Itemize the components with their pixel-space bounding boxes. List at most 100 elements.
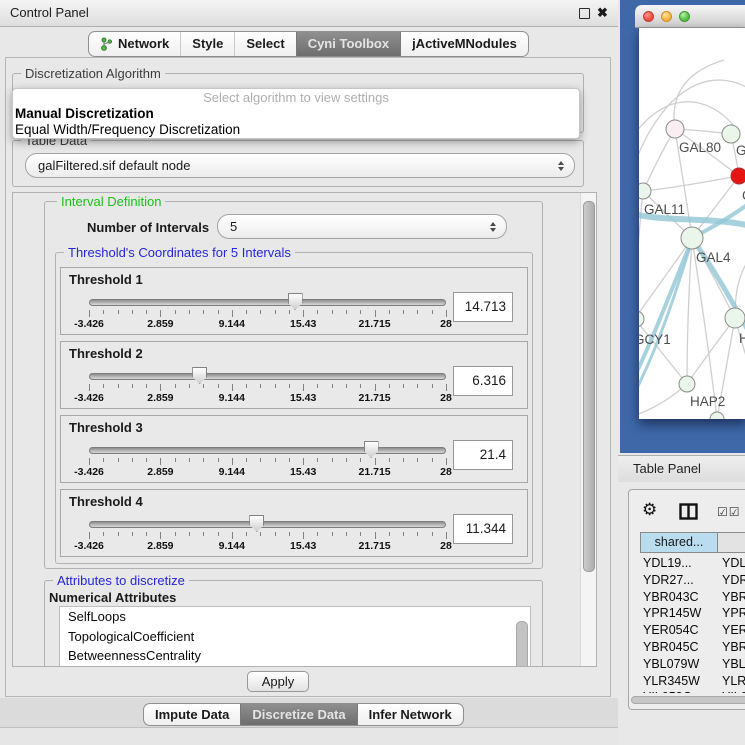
slider-track[interactable] bbox=[89, 447, 446, 454]
tab-style[interactable]: Style bbox=[180, 32, 234, 56]
cell-shared-name[interactable]: YBL079W bbox=[640, 656, 718, 673]
threshold-value-field[interactable]: 21.4 bbox=[453, 440, 513, 470]
network-node[interactable] bbox=[639, 183, 651, 199]
cell-shared-name[interactable]: YBR043C bbox=[640, 589, 718, 606]
column-header-name[interactable]: na bbox=[718, 532, 745, 553]
slider-thumb[interactable] bbox=[249, 515, 264, 532]
network-node[interactable] bbox=[722, 125, 740, 143]
close-traffic-light[interactable] bbox=[643, 11, 654, 22]
zoom-traffic-light[interactable] bbox=[679, 11, 690, 22]
tick-label: 9.144 bbox=[219, 318, 245, 330]
list-item[interactable]: BetweennessCentrality bbox=[60, 646, 530, 666]
table-panel-titlebar: Table Panel bbox=[618, 455, 745, 482]
close-icon[interactable]: ✖ bbox=[597, 5, 608, 21]
tick-mark bbox=[446, 458, 447, 465]
cell-name[interactable]: YBR0 bbox=[718, 639, 745, 656]
tick-mark bbox=[146, 384, 147, 388]
tick-mark bbox=[403, 458, 404, 462]
network-node[interactable] bbox=[731, 168, 745, 184]
table-row[interactable]: YDR27...YDR2 bbox=[640, 572, 745, 589]
slider-thumb[interactable] bbox=[288, 293, 303, 310]
slider-tick-labels: -3.4262.8599.14415.4321.71528 bbox=[89, 318, 446, 331]
tab-network[interactable]: Network bbox=[89, 32, 180, 56]
num-intervals-combobox[interactable]: 5 bbox=[217, 214, 507, 239]
table-row[interactable]: YER054CYER0 bbox=[640, 622, 745, 639]
tab-discretize-data[interactable]: Discretize Data bbox=[240, 704, 356, 725]
attributes-list[interactable]: SelfLoopsTopologicalCoefficientBetweenne… bbox=[59, 606, 531, 667]
apply-button[interactable]: Apply bbox=[247, 671, 309, 692]
list-item[interactable]: TopologicalCoefficient bbox=[60, 627, 530, 647]
cell-shared-name[interactable]: YDL19... bbox=[640, 555, 718, 572]
tab-label: Style bbox=[192, 32, 223, 56]
node-label: H bbox=[739, 331, 745, 346]
tick-mark bbox=[289, 310, 290, 314]
tick-label: 21.715 bbox=[359, 318, 391, 330]
cell-shared-name[interactable]: YIL052C bbox=[640, 689, 718, 693]
threshold-value-field[interactable]: 14.713 bbox=[453, 292, 513, 322]
cell-name[interactable]: YER0 bbox=[718, 622, 745, 639]
slider-track[interactable] bbox=[89, 299, 446, 306]
table-row[interactable]: YIL052CYIL0 bbox=[640, 689, 745, 693]
table-row[interactable]: YBR043CYBR0 bbox=[640, 589, 745, 606]
table-row[interactable]: YLR345WYLR3 bbox=[640, 673, 745, 690]
cell-name[interactable]: YDR2 bbox=[718, 572, 745, 589]
table-row[interactable]: YPR145WYPR1 bbox=[640, 605, 745, 622]
column-checkbox-icons[interactable]: ☑☑ bbox=[717, 505, 741, 519]
network-window-titlebar[interactable] bbox=[635, 5, 745, 28]
cell-name[interactable]: YIL0 bbox=[718, 689, 745, 693]
slider-track[interactable] bbox=[89, 373, 446, 380]
right-pane: GAL80GACGAL11GAL4GCY1HHAP2 Table Panel ⚙… bbox=[618, 0, 745, 745]
cell-shared-name[interactable]: YBR045C bbox=[640, 639, 718, 656]
threshold-value-field[interactable]: 6.316 bbox=[453, 366, 513, 396]
gear-icon[interactable]: ⚙ bbox=[642, 500, 657, 520]
tick-mark bbox=[118, 532, 119, 536]
cell-shared-name[interactable]: YER054C bbox=[640, 622, 718, 639]
algorithm-option-equal-width[interactable]: Equal Width/Frequency Discretization bbox=[13, 122, 579, 138]
table-row[interactable]: YDL19...YDL1 bbox=[640, 555, 745, 572]
network-node[interactable] bbox=[679, 376, 695, 392]
tick-label: 2.859 bbox=[147, 540, 173, 552]
cell-shared-name[interactable]: YPR145W bbox=[640, 605, 718, 622]
network-node[interactable] bbox=[666, 120, 684, 138]
tab-impute-data[interactable]: Impute Data bbox=[144, 704, 240, 725]
algorithm-dropdown-popup: Select algorithm to view settings Manual… bbox=[12, 88, 580, 139]
minimize-traffic-light[interactable] bbox=[661, 11, 672, 22]
network-node[interactable] bbox=[725, 308, 745, 328]
float-window-icon[interactable] bbox=[579, 8, 590, 19]
tab-select[interactable]: Select bbox=[234, 32, 295, 56]
cell-name[interactable]: YLR3 bbox=[718, 673, 745, 690]
slider-thumb[interactable] bbox=[364, 441, 379, 458]
cell-name[interactable]: YPR1 bbox=[718, 605, 745, 622]
list-scrollbar-thumb[interactable] bbox=[516, 621, 528, 667]
cell-shared-name[interactable]: YDR27... bbox=[640, 572, 718, 589]
cell-name[interactable]: YBL0 bbox=[718, 656, 745, 673]
table-row[interactable]: YBR045CYBR0 bbox=[640, 639, 745, 656]
tick-label: 28 bbox=[440, 540, 452, 552]
network-node[interactable] bbox=[639, 311, 644, 327]
network-node[interactable] bbox=[710, 412, 724, 419]
algorithm-option-manual[interactable]: Manual Discretization bbox=[13, 106, 579, 122]
cell-shared-name[interactable]: YLR345W bbox=[640, 673, 718, 690]
settings-scrollbar[interactable] bbox=[580, 193, 596, 666]
network-node[interactable] bbox=[681, 227, 703, 249]
settings-scrollbar-thumb[interactable] bbox=[583, 201, 595, 572]
table-data-combobox[interactable]: galFiltered.sif default node bbox=[25, 153, 575, 178]
tick-mark bbox=[260, 458, 261, 462]
threshold-value-field[interactable]: 11.344 bbox=[453, 514, 513, 544]
tick-mark bbox=[246, 310, 247, 314]
tab-infer-network[interactable]: Infer Network bbox=[357, 704, 463, 725]
column-header-shared-name[interactable]: shared... bbox=[640, 532, 718, 553]
tab-jactivemnodules[interactable]: jActiveMNodules bbox=[400, 32, 528, 56]
cell-name[interactable]: YDL1 bbox=[718, 555, 745, 572]
tab-cyni-toolbox[interactable]: Cyni Toolbox bbox=[296, 32, 400, 56]
cell-name[interactable]: YBR0 bbox=[718, 589, 745, 606]
table-horizontal-scrollbar[interactable] bbox=[631, 696, 745, 704]
slider-track[interactable] bbox=[89, 521, 446, 528]
network-canvas[interactable]: GAL80GACGAL11GAL4GCY1HHAP2 bbox=[639, 28, 745, 419]
slider-thumb[interactable] bbox=[192, 367, 207, 384]
table-row[interactable]: YBL079WYBL0 bbox=[640, 656, 745, 673]
tick-mark bbox=[103, 532, 104, 536]
list-item[interactable]: SelfLoops bbox=[60, 607, 530, 627]
split-view-icon[interactable] bbox=[679, 503, 698, 525]
control-tab-bar: Network Style SelectCyni ToolboxjActiveMNo… bbox=[88, 31, 529, 57]
